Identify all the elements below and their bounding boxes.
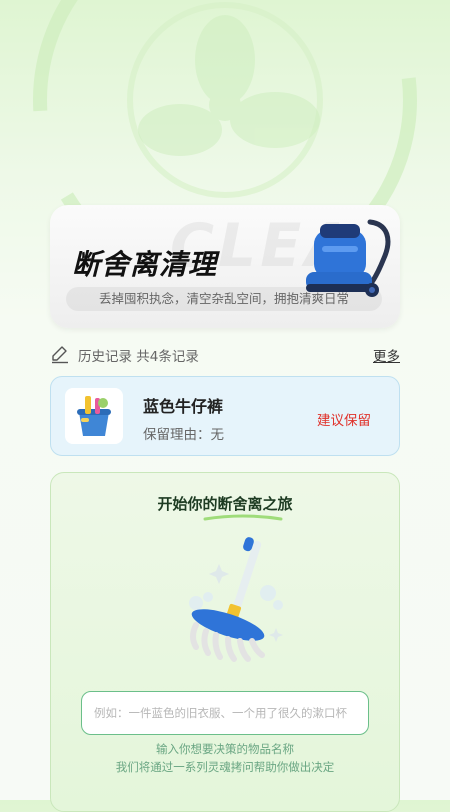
more-link[interactable]: 更多 (373, 345, 400, 365)
hint-line-2: 我们将通过一系列灵魂拷问帮助你做出决定 (115, 760, 335, 774)
history-label: 历史记录 共4条记录 (78, 349, 199, 365)
cleaning-bucket-icon (77, 396, 111, 436)
item-name-input[interactable] (81, 691, 369, 735)
history-record-card[interactable]: 蓝色牛仔裤 保留理由：无 建议保留 (50, 376, 400, 456)
record-reason: 保留理由：无 (143, 427, 224, 443)
record-advice-badge: 建议保留 (317, 413, 371, 429)
mop-icon (189, 537, 283, 662)
hero-title: 断舍离清理 (72, 248, 218, 281)
record-thumbnail (65, 388, 123, 444)
edit-icon (52, 346, 68, 364)
hero-banner: CLEA 断舍离清理 丢掉囤积执念，清空杂乱空间，拥抱清爽日常 (50, 205, 400, 328)
title-underline-decoration (203, 514, 283, 521)
start-journey-card: 开始你的断舍离之旅 输入你想要决策的物品名称 我们将通过一系列灵魂拷问帮助你做出… (50, 472, 400, 812)
record-item-name: 蓝色牛仔裤 (143, 397, 224, 416)
hint-line-1: 输入你想要决策的物品名称 (156, 742, 294, 756)
journey-title: 开始你的断舍离之旅 (157, 495, 293, 513)
vacuum-cleaner-icon (306, 219, 391, 297)
history-header: 历史记录 共4条记录 更多 (50, 342, 400, 366)
fan-background-icon (33, 0, 417, 230)
